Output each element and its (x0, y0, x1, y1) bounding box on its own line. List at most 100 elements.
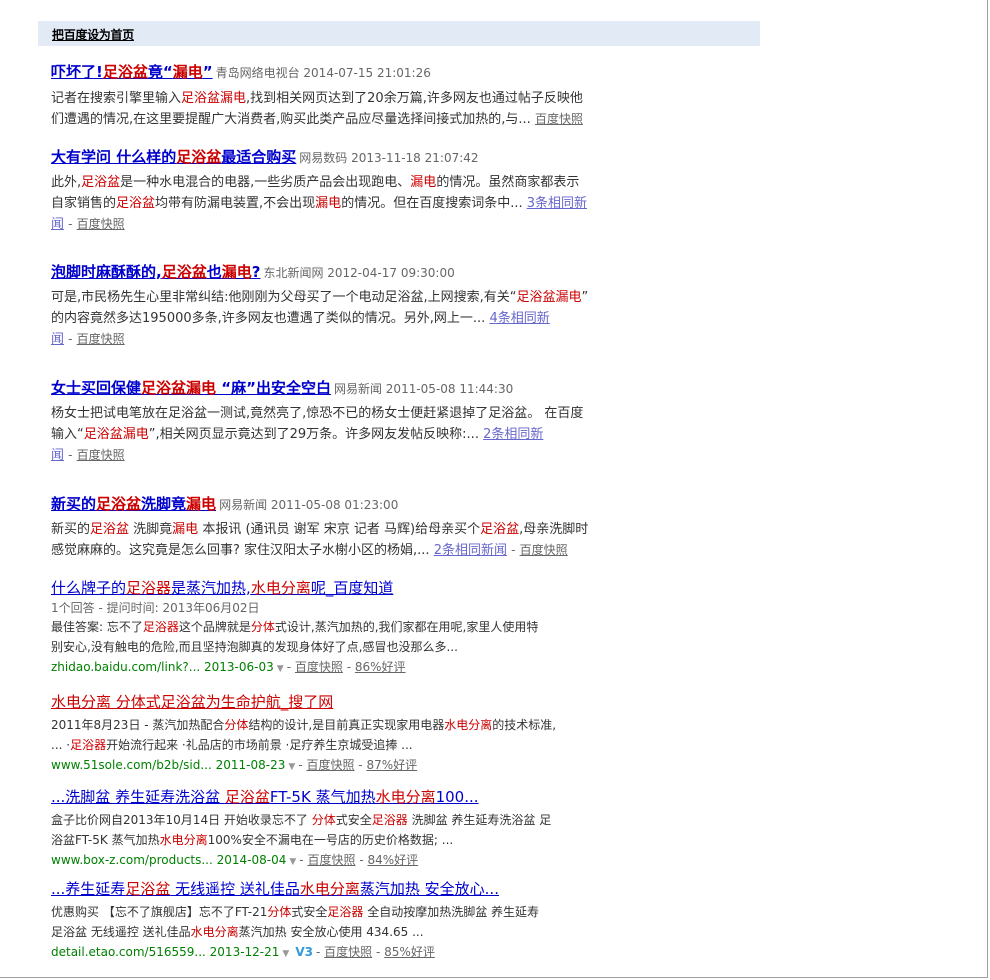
result-title-link[interactable]: 泡脚时麻酥酥的,足浴盆也漏电? (51, 263, 260, 281)
web-result: 水电分离 分体式足浴盆为生命护航_搜了网 2011年8月23日 - 蒸汽加热配合… (51, 692, 671, 777)
separator: - (359, 853, 364, 867)
dropdown-arrow-icon[interactable]: ▼ (288, 762, 295, 772)
text-segment: 盒子比价网自2013年10月14日 开始收录忘不了 (51, 813, 312, 827)
dropdown-arrow-icon[interactable]: ▼ (282, 949, 289, 959)
result-source: 网易新闻 2011-05-08 11:44:30 (333, 382, 514, 396)
result-title-link[interactable]: 什么牌子的足浴器是蒸汽加热,水电分离呢_百度知道 (51, 579, 393, 597)
text-segment: 新买的 (51, 522, 91, 537)
separator: - (511, 543, 516, 557)
text-segment: 别安心,没有触电的危险,而且坚持泡脚真的发现身体好了点,感冒也没那么多... (51, 640, 458, 654)
keyword-highlight: 漏电 (221, 263, 252, 281)
keyword-highlight: 足浴盆 (90, 522, 130, 537)
result-meta: 1个回答 - 提问时间: 2013年06月02日 (51, 601, 260, 615)
result-url: www.box-z.com/products... 2014-08-04 (51, 853, 287, 867)
verified-v3-icon[interactable]: V3 (295, 945, 313, 959)
abstract-line: 盒子比价网自2013年10月14日 开始收录忘不了 分体式安全足浴器 洗脚盆 养… (51, 810, 671, 830)
result-source: 网易新闻 2011-05-08 01:23:00 (219, 498, 399, 512)
cache-link[interactable]: 百度快照 (77, 217, 125, 231)
text-segment: ...养生延寿 (51, 880, 126, 898)
rating-link[interactable]: 84%好评 (367, 853, 418, 867)
keyword-highlight: 足浴盆 (176, 148, 222, 166)
text-segment: 此外, (51, 175, 82, 190)
result-abstract: 盒子比价网自2013年10月14日 开始收录忘不了 分体式安全足浴器 洗脚盆 养… (51, 810, 671, 850)
related-news-link[interactable]: 2条相同新闻 (434, 543, 507, 558)
separator: - (299, 853, 304, 867)
result-abstract: 新买的足浴盆 洗脚竟漏电 本报讯 (通讯员 谢军 宋京 记者 马辉)给母亲买个足… (51, 519, 671, 561)
text-segment: 优惠购买 【忘不了旗舰店】忘不了FT-21 (51, 905, 268, 919)
separator: - (286, 660, 292, 674)
rating-link[interactable]: 87%好评 (366, 758, 417, 772)
result-title-link[interactable]: 女士买回保健足浴盆漏电 “麻”出安全空白 (51, 379, 331, 397)
related-news-link[interactable]: 4条相同新 (489, 311, 549, 326)
abstract-line: 新买的足浴盆 洗脚竟漏电 本报讯 (通讯员 谢军 宋京 记者 马辉)给母亲买个足… (51, 519, 671, 540)
abstract-line: 闻 - 百度快照 (51, 329, 671, 350)
text-segment: 是一种水电混合的电器,一些劣质产品会出现跑电、 (120, 175, 411, 190)
result-title-link[interactable]: 水电分离 分体式足浴盆为生命护航_搜了网 (51, 693, 333, 711)
cache-link[interactable]: 百度快照 (535, 112, 583, 126)
abstract-line: 的内容竟然多达195000多条,许多网友也遭遇了类似的情况。另外,网上一... … (51, 308, 671, 329)
text-segment: 蒸汽加热 安全放心... (359, 880, 499, 898)
keyword-highlight: 漏电 (186, 495, 217, 513)
cache-link[interactable]: 百度快照 (295, 660, 343, 674)
keyword-highlight: 水电分离 (375, 788, 436, 806)
text-segment: 洗脚盆 养生延寿洗浴盆 足 (407, 813, 552, 827)
cache-link[interactable]: 百度快照 (307, 853, 355, 867)
cache-link[interactable]: 百度快照 (77, 448, 125, 462)
set-homepage-link[interactable]: 把百度设为首页 (52, 26, 134, 43)
result-source: 东北新闻网 2012-04-17 09:30:00 (263, 266, 455, 280)
text-segment: FT-5K 蒸气加热 (269, 788, 376, 806)
abstract-line: 们遭遇的情况,在这里要提醒广大消费者,购买此类产品应尽量选择间接式加热的,与..… (51, 109, 671, 130)
separator: - (68, 332, 73, 346)
text-segment: 的技术标准, (492, 718, 557, 732)
dropdown-arrow-icon[interactable]: ▼ (277, 664, 284, 674)
cache-link[interactable]: 百度快照 (77, 332, 125, 346)
keyword-highlight: 分体 (224, 718, 249, 732)
related-news-link-cont[interactable]: 闻 (51, 217, 64, 232)
abstract-line: 最佳答案: 忘不了足浴器这个品牌就是分体式设计,蒸汽加热的,我们家都在用呢,家里… (51, 617, 671, 637)
dropdown-arrow-icon[interactable]: ▼ (289, 857, 296, 867)
keyword-highlight: 足浴盆 (480, 522, 520, 537)
web-result: ...洗脚盆 养生延寿洗浴盆 足浴盆FT-5K 蒸气加热水电分离100... 盒… (51, 787, 671, 872)
cache-link[interactable]: 百度快照 (324, 945, 372, 959)
text-segment: ,找到相关网页达到了20余万篇,许多网友也通过帖子反映他 (246, 91, 583, 106)
keyword-highlight: 足浴盆 (224, 788, 270, 806)
keyword-highlight: 足浴盆 (81, 175, 121, 190)
web-result: ...养生延寿足浴盆 无线遥控 送礼佳品水电分离蒸汽加热 安全放心... 优惠购… (51, 879, 671, 964)
text-segment: 洗脚竟 (141, 495, 187, 513)
keyword-highlight: 足浴盆漏电 (141, 379, 217, 397)
related-news-link[interactable]: 3条相同新 (527, 196, 587, 211)
related-news-link-cont[interactable]: 闻 (51, 332, 64, 347)
keyword-highlight: 足浴盆 (96, 495, 142, 513)
result-title-link[interactable]: ...洗脚盆 养生延寿洗浴盆 足浴盆FT-5K 蒸气加热水电分离100... (51, 788, 479, 806)
text-segment: 什么牌子的 (51, 579, 127, 597)
text-segment: ”,相关网页显示竟达到了29万条。许多网友发帖反映称:... (148, 427, 479, 442)
keyword-highlight: 足浴盆 (125, 880, 171, 898)
keyword-highlight: 漏电 (172, 522, 199, 537)
result-title-link[interactable]: 吓坏了!足浴盆竟“漏电” (51, 63, 213, 81)
related-news-link[interactable]: 2条相同新 (483, 427, 543, 442)
result-title-link[interactable]: ...养生延寿足浴盆 无线遥控 送礼佳品水电分离蒸汽加热 安全放心... (51, 880, 499, 898)
result-title-link[interactable]: 大有学问 什么样的足浴盆最适合购买 (51, 148, 296, 166)
news-result: 吓坏了!足浴盆竟“漏电” 青岛网络电视台 2014-07-15 21:01:26 … (51, 62, 671, 130)
rating-link[interactable]: 86%好评 (355, 660, 406, 674)
abstract-line: 2011年8月23日 - 蒸汽加热配合分体结构的设计,是目前真正实现家用电器水电… (51, 715, 671, 735)
related-news-link-cont[interactable]: 闻 (51, 448, 64, 463)
text-segment: 本报讯 (通讯员 谢军 宋京 记者 马辉)给母亲买个 (198, 522, 481, 537)
abstract-line: 闻 - 百度快照 (51, 214, 671, 235)
result-abstract: 2011年8月23日 - 蒸汽加热配合分体结构的设计,是目前真正实现家用电器水电… (51, 715, 671, 755)
rating-link[interactable]: 85%好评 (384, 945, 435, 959)
result-title-link[interactable]: 新买的足浴盆洗脚竟漏电 (51, 495, 216, 513)
result-abstract: 记者在搜索引擎里输入足浴盆漏电,找到相关网页达到了20余万篇,许多网友也通过帖子… (51, 88, 671, 130)
keyword-highlight: 足浴器 (70, 738, 107, 752)
result-url-line: zhidao.baidu.com/link?... 2013-06-03 ▼ - 百… (51, 657, 671, 679)
keyword-highlight: 足浴器 (327, 905, 364, 919)
text-segment: 2011年8月23日 - 蒸汽加热配合 (51, 718, 225, 732)
text-segment: 大有学问 什么样的 (51, 148, 177, 166)
text-segment: 100%安全不漏电在一号店的历史价格数据; ... (207, 833, 454, 847)
separator: - (68, 448, 73, 462)
abstract-text: 输入“足浴盆漏电”,相关网页显示竟达到了29万条。许多网友发帖反映称:... (51, 427, 479, 442)
text-segment: 100... (435, 788, 479, 806)
cache-link[interactable]: 百度快照 (306, 758, 354, 772)
cache-link[interactable]: 百度快照 (520, 543, 568, 557)
keyword-highlight: 足浴盆漏电 (83, 427, 149, 442)
